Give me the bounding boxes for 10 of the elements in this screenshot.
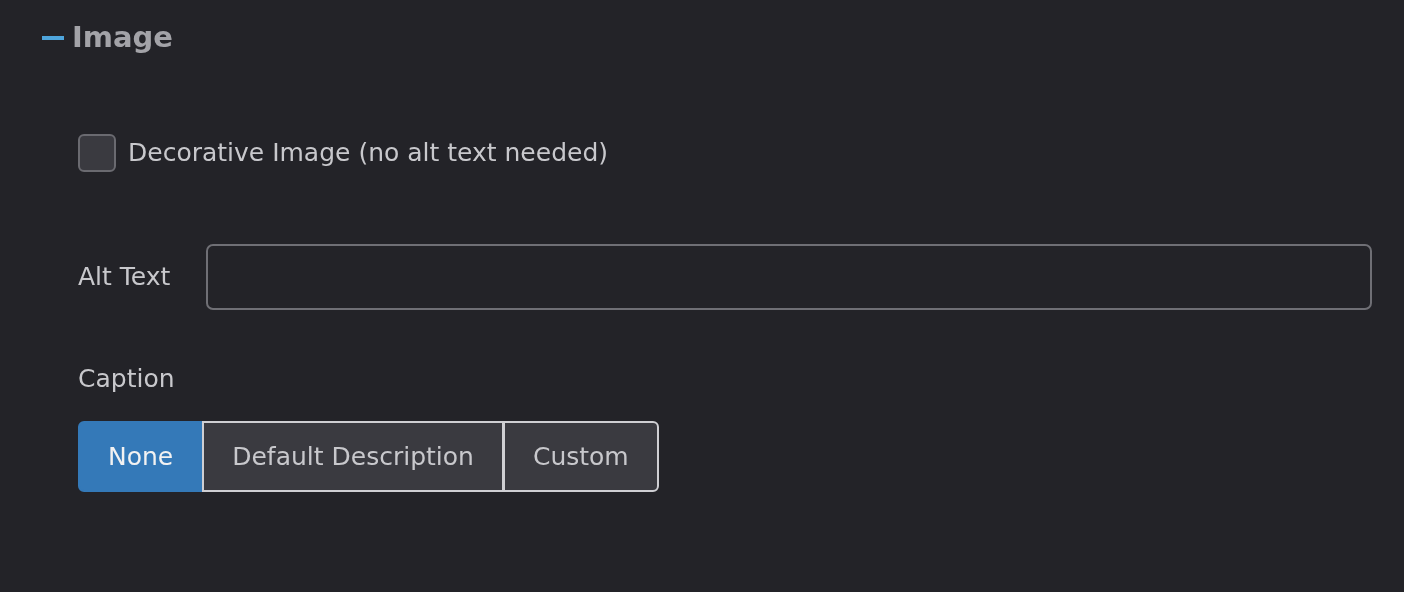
field-label: Alt Text — [78, 260, 171, 293]
segment-button[interactable]: Default Description — [202, 421, 504, 492]
input-field[interactable] — [206, 243, 1372, 310]
minus-icon — [42, 35, 64, 40]
section-toggle[interactable]: Image — [42, 16, 173, 60]
segment-button[interactable]: Custom — [502, 421, 659, 492]
checkbox[interactable] — [78, 133, 116, 172]
field-label: Caption — [78, 362, 176, 395]
checkbox-label: Decorative Image (no alt text needed) — [128, 136, 608, 169]
segment-button[interactable]: None — [78, 421, 204, 492]
